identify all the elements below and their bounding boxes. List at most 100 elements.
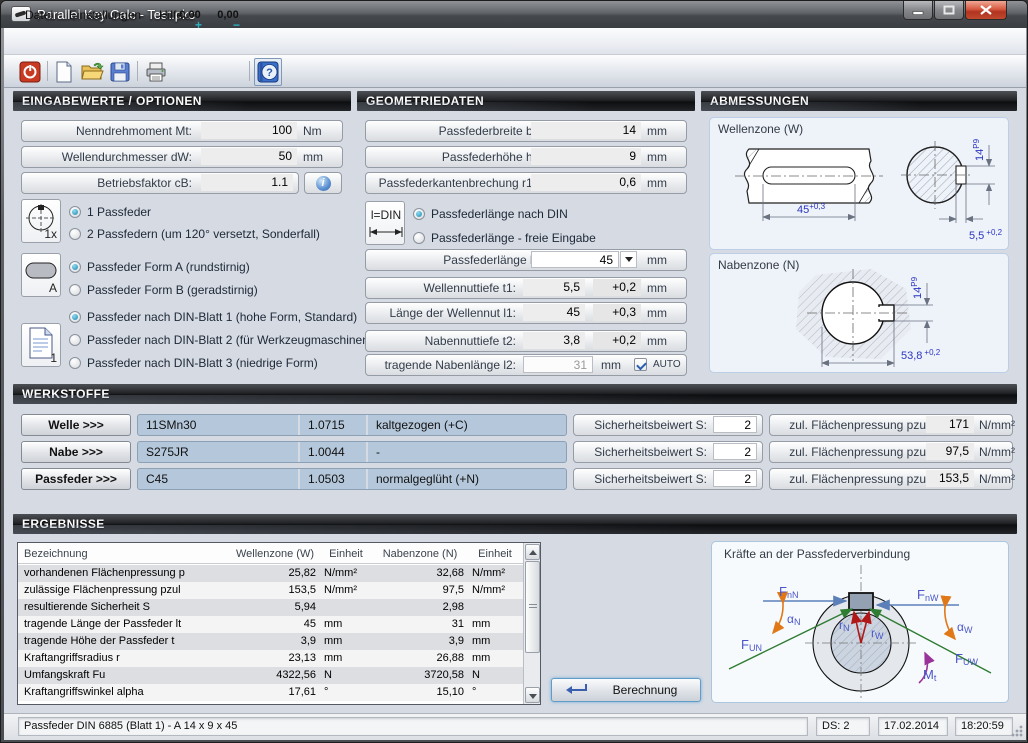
svg-text:14P9: 14P9 xyxy=(972,138,986,161)
field-label: Nabennuttiefe t2: xyxy=(425,334,516,348)
welle-button[interactable]: Welle >>> xyxy=(21,414,131,436)
iconbox-label: 1 xyxy=(50,351,57,365)
dim-hub-key-width: 14 xyxy=(912,287,924,299)
shaft-diameter-input[interactable]: 50 xyxy=(201,148,297,165)
scrollbar-thumb[interactable] xyxy=(525,561,540,653)
radio-din-blatt-1[interactable]: Passfeder nach DIN-Blatt 1 (hohe Form, S… xyxy=(69,309,357,325)
segment-divider xyxy=(366,442,368,462)
scroll-up-button[interactable] xyxy=(525,544,540,560)
key-height-input[interactable]: 9 xyxy=(531,148,641,165)
shaft-zone-drawing: 45+0,3 14P9 5,5+0,2 xyxy=(711,135,1007,248)
material-bar-passfeder: C45 1.0503 normalgeglüht (+N) xyxy=(137,468,567,490)
label-mt: M xyxy=(923,667,934,682)
forces-diagram: FnN FnW FUN FUW αN αW rN rW Mt xyxy=(713,559,1007,701)
menu-datei[interactable]: Datei xyxy=(19,6,59,24)
table-row[interactable]: Kraftangriffsradius r 23,13 mm 26,88 mm xyxy=(18,650,524,667)
col-header: Bezeichnung xyxy=(24,546,224,563)
material-name: S275JR xyxy=(146,445,189,459)
nabe-button[interactable]: Nabe >>> xyxy=(21,441,131,463)
radio-form-a[interactable]: Passfeder Form A (rundstirnig) xyxy=(69,259,250,275)
resize-grip[interactable] xyxy=(1011,725,1023,737)
svg-text:14P9: 14P9 xyxy=(910,276,924,299)
save-button[interactable] xyxy=(107,59,133,85)
radio-indicator xyxy=(69,261,81,273)
material-treatment: normalgeglüht (+N) xyxy=(376,472,479,486)
safety-input-passfeder[interactable]: 2 xyxy=(713,470,757,487)
key-width-input[interactable]: 14 xyxy=(531,122,641,139)
field-label: Länge der Wellennut l1: xyxy=(389,306,516,320)
section-header-dimensions: ABMESSUNGEN xyxy=(701,91,1017,111)
key-chamfer-input[interactable]: 0,6 xyxy=(531,174,641,191)
table-row[interactable]: resultierende Sicherheit S 5,94 2,98 xyxy=(18,599,524,616)
new-document-icon xyxy=(54,61,74,83)
radio-length-free[interactable]: Passfederlänge - freie Eingabe xyxy=(413,230,596,246)
col-header: Nabenzone (N) xyxy=(372,546,468,563)
unit-label: mm xyxy=(647,281,667,295)
table-row[interactable]: vorhandenen Flächenpressung p 25,82 N/mm… xyxy=(18,565,524,582)
passfeder-button[interactable]: Passfeder >>> xyxy=(21,468,131,490)
vertical-scrollbar[interactable] xyxy=(523,543,540,704)
field-label: Passfederhöhe h: xyxy=(442,150,536,164)
material-treatment: kaltgezogen (+C) xyxy=(376,418,468,432)
radio-indicator xyxy=(413,232,425,244)
table-row[interactable]: tragende Länge der Passfeder lt 45 mm 31… xyxy=(18,616,524,633)
table-row[interactable]: Kraftangriffswinkel alpha 17,61 ° 15,10 … xyxy=(18,684,524,701)
maximize-button[interactable] xyxy=(934,1,964,20)
key-length-combobox[interactable]: 45 xyxy=(531,251,619,268)
info-button[interactable]: i xyxy=(304,172,342,194)
radio-indicator xyxy=(69,334,81,346)
section-header-geometry: GEOMETRIEDATEN xyxy=(357,91,695,111)
unit-label: Nm xyxy=(303,124,322,138)
auto-label: AUTO xyxy=(653,359,681,370)
l1-input[interactable]: 45 xyxy=(523,304,585,321)
scroll-down-button[interactable] xyxy=(525,687,540,703)
exit-button[interactable] xyxy=(17,59,43,85)
radio-din-blatt-2[interactable]: Passfeder nach DIN-Blatt 2 (für Werkzeug… xyxy=(69,332,373,348)
menu-einstellungen[interactable]: Einstellungen xyxy=(63,6,147,24)
new-file-button[interactable] xyxy=(51,59,77,85)
printer-icon xyxy=(145,62,167,82)
torque-input[interactable]: 100 xyxy=(201,122,297,139)
iconbox-label: l=DIN xyxy=(366,208,406,222)
berechnung-button[interactable]: Berechnung xyxy=(551,678,701,702)
radio-indicator xyxy=(413,208,425,220)
radio-two-keys[interactable]: 2 Passfedern (um 120° versetzt, Sonderfa… xyxy=(69,226,320,242)
toolbar-separator xyxy=(47,61,48,81)
statusbar: Passfeder DIN 6885 (Blatt 1) - A 14 x 9 … xyxy=(4,713,1026,740)
radio-form-b[interactable]: Passfeder Form B (geradstirnig) xyxy=(69,282,258,298)
close-button[interactable] xyxy=(965,1,1007,20)
section-header-results: ERGEBNISSE xyxy=(13,514,1017,534)
print-button[interactable] xyxy=(143,59,169,85)
radio-one-key[interactable]: 1 Passfeder xyxy=(69,204,151,220)
svg-text:?: ? xyxy=(266,67,273,79)
table-row[interactable]: zulässige Flächenpressung pzul 153,5 N/m… xyxy=(18,582,524,599)
key-form-iconbox: A xyxy=(21,253,61,297)
safety-input-nabe[interactable]: 2 xyxy=(713,443,757,460)
segment-divider xyxy=(298,415,300,435)
radio-din-blatt-3[interactable]: Passfeder nach DIN-Blatt 3 (niedrige For… xyxy=(69,355,318,371)
svg-text:αW: αW xyxy=(957,620,973,635)
unit-label: mm xyxy=(647,124,667,138)
unit-label: N/mm² xyxy=(979,445,1015,459)
service-factor-input[interactable]: 1.1 xyxy=(201,174,293,191)
status-date: 17.02.2014 xyxy=(878,717,948,736)
decimal-increase-button[interactable]: 0,00 + xyxy=(173,5,207,31)
minimize-button[interactable] xyxy=(903,1,933,20)
auto-checkbox[interactable] xyxy=(634,358,647,371)
t2-input[interactable]: 3,8 xyxy=(523,332,585,349)
radio-length-din[interactable]: Passfederlänge nach DIN xyxy=(413,206,568,222)
combobox-dropdown-arrow[interactable] xyxy=(620,251,637,268)
open-file-button[interactable] xyxy=(79,59,105,85)
table-row[interactable]: Umfangskraft Fu 4322,56 N 3720,58 N xyxy=(18,667,524,684)
safety-input-welle[interactable]: 2 xyxy=(713,416,757,433)
help-button[interactable]: ? xyxy=(254,58,282,86)
dim-shaft-depth-tol: +0,2 xyxy=(986,228,1002,237)
svg-text:αN: αN xyxy=(787,612,800,627)
segment-divider xyxy=(298,442,300,462)
label-fnw: F xyxy=(917,587,925,602)
table-row[interactable]: tragende Höhe der Passfeder t 3,9 mm 3,9… xyxy=(18,633,524,650)
t1-input[interactable]: 5,5 xyxy=(523,279,585,296)
decimal-decrease-button[interactable]: 0,00 − xyxy=(211,5,245,31)
field-label: Passfederbreite b: xyxy=(439,124,536,138)
field-label: Wellennuttiefe t1: xyxy=(423,281,516,295)
